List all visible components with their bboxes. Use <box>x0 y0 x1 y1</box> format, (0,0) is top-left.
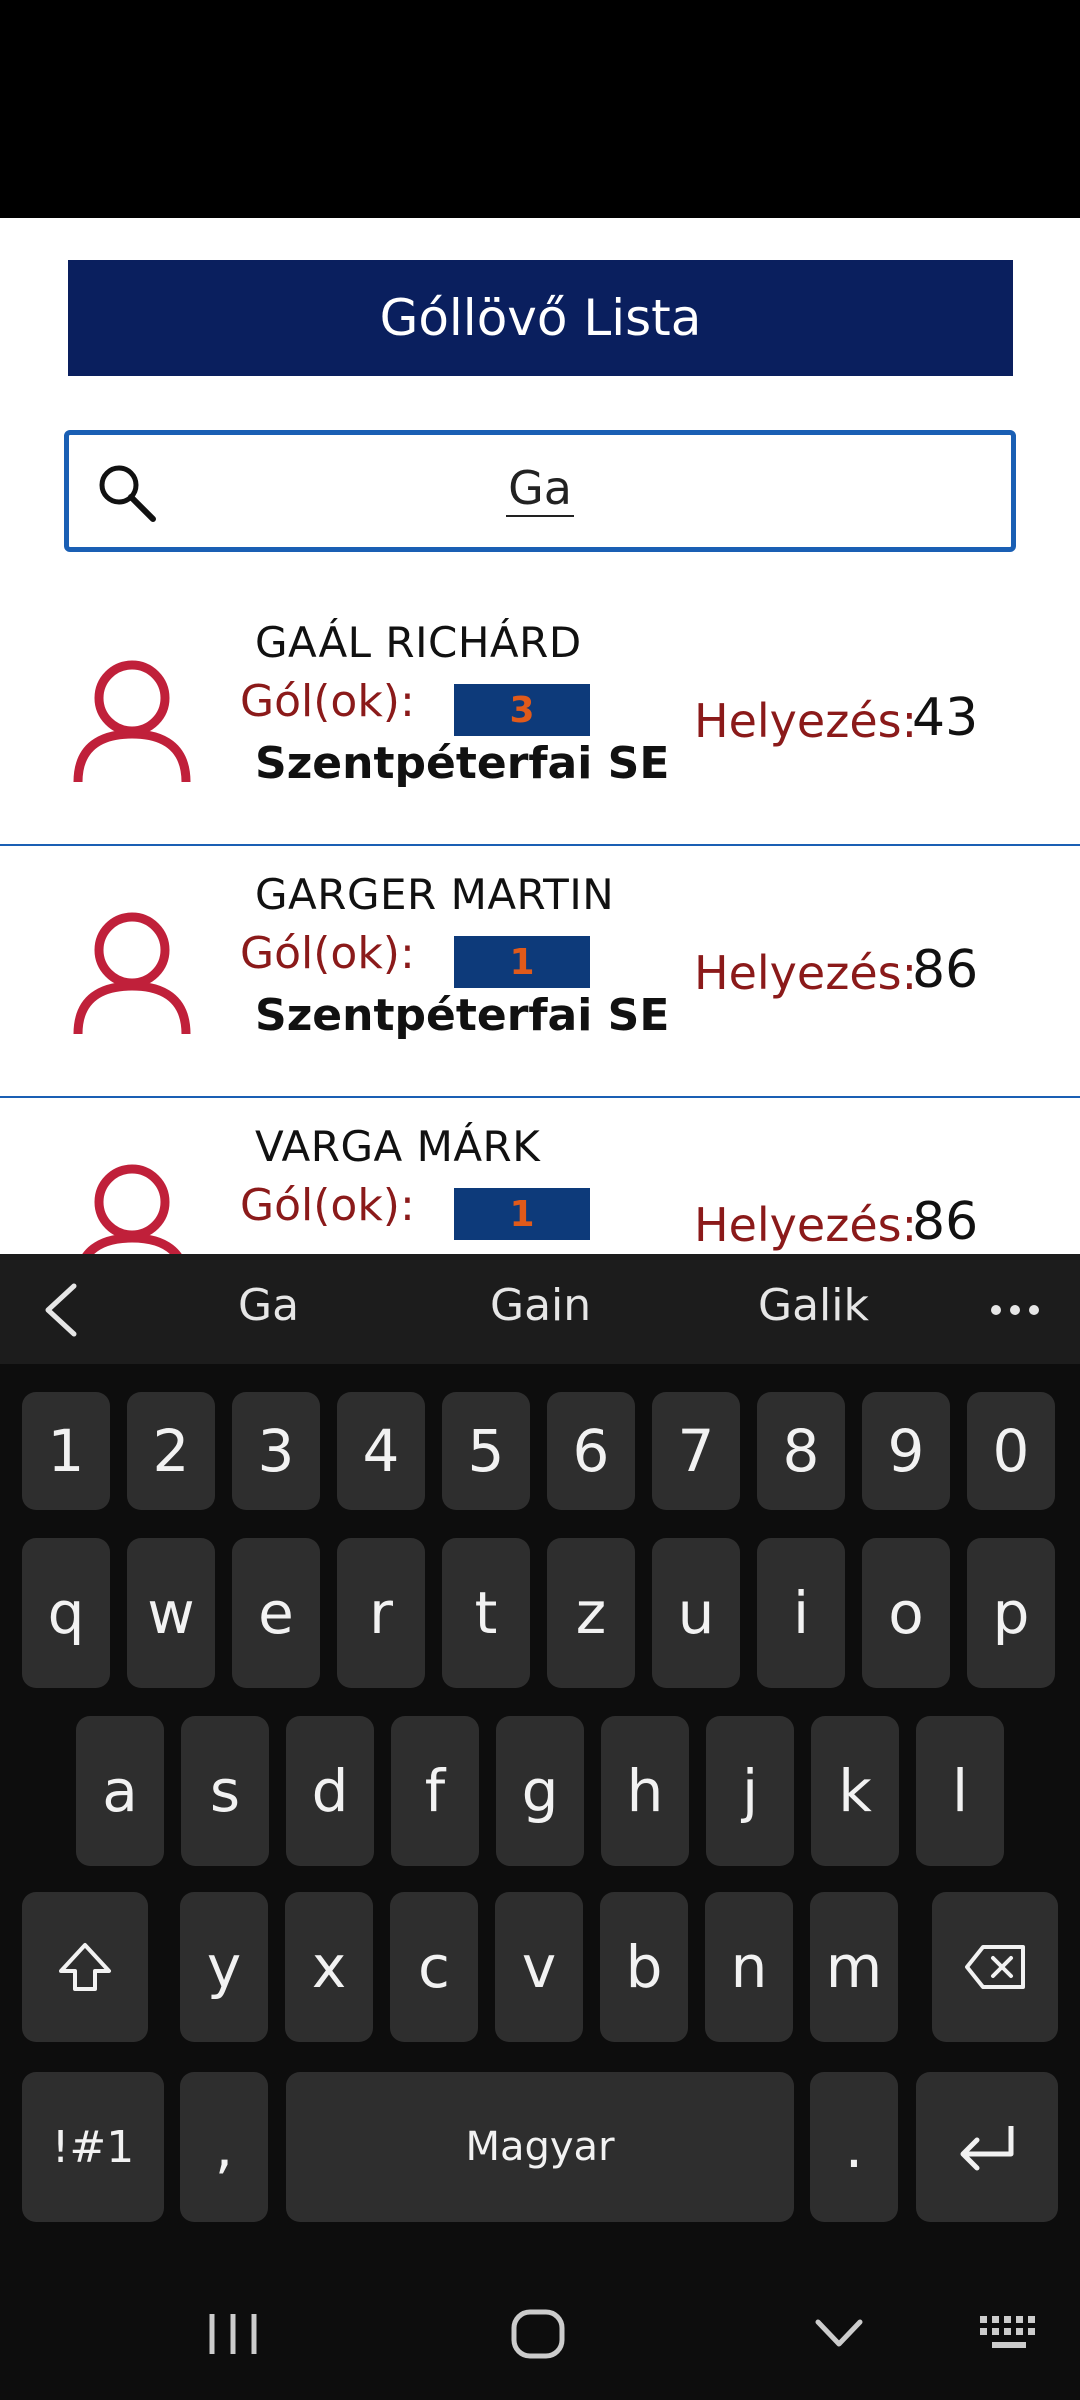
key-e[interactable]: e <box>232 1538 320 1688</box>
backspace-icon <box>965 1945 1025 1989</box>
club-name: Szentpéterfai SE <box>255 738 670 789</box>
rank-value: 86 <box>912 940 979 1000</box>
shift-icon <box>59 1943 111 1991</box>
list-item[interactable]: GARGER MARTIN Gól(ok): 1 Szentpéterfai S… <box>0 848 1080 1098</box>
status-bar <box>0 0 1080 218</box>
key-b[interactable]: b <box>600 1892 688 2042</box>
goals-label: Gól(ok): <box>240 1180 415 1231</box>
enter-key[interactable] <box>916 2072 1058 2222</box>
rank-label: Helyezés: <box>694 1198 918 1252</box>
goals-count: 1 <box>454 1188 590 1240</box>
person-icon <box>73 912 191 1035</box>
key-z[interactable]: z <box>547 1538 635 1688</box>
key-w[interactable]: w <box>127 1538 215 1688</box>
key-4[interactable]: 4 <box>337 1392 425 1510</box>
search-input[interactable]: Ga <box>69 461 1011 517</box>
comma-key[interactable]: , <box>180 2072 268 2222</box>
key-m[interactable]: m <box>810 1892 898 2042</box>
shift-key[interactable] <box>22 1892 148 2042</box>
person-icon <box>73 660 191 783</box>
key-g[interactable]: g <box>496 1716 584 1866</box>
player-name: GARGER MARTIN <box>255 870 615 919</box>
search-field[interactable]: Ga <box>64 430 1016 552</box>
key-1[interactable]: 1 <box>22 1392 110 1510</box>
recent-apps-icon[interactable] <box>206 2312 260 2356</box>
key-a[interactable]: a <box>76 1716 164 1866</box>
key-9[interactable]: 9 <box>862 1392 950 1510</box>
goals-label: Gól(ok): <box>240 676 415 727</box>
key-0[interactable]: 0 <box>967 1392 1055 1510</box>
key-2[interactable]: 2 <box>127 1392 215 1510</box>
player-name: GAÁL RICHÁRD <box>255 618 582 667</box>
key-h[interactable]: h <box>601 1716 689 1866</box>
person-icon <box>82 1164 182 1254</box>
key-y[interactable]: y <box>180 1892 268 2042</box>
key-q[interactable]: q <box>22 1538 110 1688</box>
suggestion-bar: Ga Gain Galik <box>0 1254 1080 1364</box>
key-i[interactable]: i <box>757 1538 845 1688</box>
key-8[interactable]: 8 <box>757 1392 845 1510</box>
key-x[interactable]: x <box>285 1892 373 2042</box>
key-7[interactable]: 7 <box>652 1392 740 1510</box>
club-name: Szentpéterfai SE <box>255 990 670 1041</box>
period-key[interactable]: . <box>810 2072 898 2222</box>
key-t[interactable]: t <box>442 1538 530 1688</box>
key-5[interactable]: 5 <box>442 1392 530 1510</box>
search-input-value: Ga <box>506 461 574 517</box>
suggestion-1[interactable]: Ga <box>238 1280 299 1331</box>
page-title-text: Góllövő Lista <box>379 289 702 347</box>
list-item[interactable]: VARGA MÁRK Gól(ok): 1 Helyezés: 86 <box>0 1100 1080 1254</box>
key-v[interactable]: v <box>495 1892 583 2042</box>
key-6[interactable]: 6 <box>547 1392 635 1510</box>
goals-count: 1 <box>454 936 590 988</box>
suggestion-2[interactable]: Gain <box>490 1280 591 1331</box>
suggestion-3[interactable]: Galik <box>758 1280 869 1331</box>
symbols-key[interactable]: !#1 <box>22 2072 164 2222</box>
goals-count: 3 <box>454 684 590 736</box>
soft-keyboard: Ga Gain Galik !#1 , Magyar . 1234567890 q… <box>0 1254 1080 2400</box>
backspace-key[interactable] <box>932 1892 1058 2042</box>
rank-label: Helyezés: <box>694 694 918 748</box>
list-item[interactable]: GAÁL RICHÁRD Gól(ok): 3 Szentpéterfai SE… <box>0 596 1080 846</box>
key-l[interactable]: l <box>916 1716 1004 1866</box>
system-nav-bar <box>0 2264 1080 2400</box>
player-name: VARGA MÁRK <box>255 1122 541 1171</box>
enter-icon <box>960 2126 1014 2171</box>
key-c[interactable]: c <box>390 1892 478 2042</box>
page-title: Góllövő Lista <box>68 260 1013 376</box>
key-o[interactable]: o <box>862 1538 950 1688</box>
rank-value: 43 <box>912 688 979 748</box>
key-r[interactable]: r <box>337 1538 425 1688</box>
key-j[interactable]: j <box>706 1716 794 1866</box>
chevron-down-icon[interactable] <box>814 2318 864 2348</box>
key-p[interactable]: p <box>967 1538 1055 1688</box>
key-f[interactable]: f <box>391 1716 479 1866</box>
space-key[interactable]: Magyar <box>286 2072 794 2222</box>
key-u[interactable]: u <box>652 1538 740 1688</box>
key-3[interactable]: 3 <box>232 1392 320 1510</box>
chevron-left-icon[interactable] <box>40 1282 84 1338</box>
rank-value: 86 <box>912 1192 979 1252</box>
key-s[interactable]: s <box>181 1716 269 1866</box>
keyboard-icon[interactable] <box>978 2314 1040 2352</box>
key-k[interactable]: k <box>811 1716 899 1866</box>
home-icon[interactable] <box>510 2308 566 2360</box>
rank-label: Helyezés: <box>694 946 918 1000</box>
key-n[interactable]: n <box>705 1892 793 2042</box>
app-screen: Góllövő Lista Ga GAÁL RICHÁRD Gól(ok): 3… <box>0 218 1080 1254</box>
key-d[interactable]: d <box>286 1716 374 1866</box>
goals-label: Gól(ok): <box>240 928 415 979</box>
more-options-icon[interactable] <box>990 1304 1040 1316</box>
